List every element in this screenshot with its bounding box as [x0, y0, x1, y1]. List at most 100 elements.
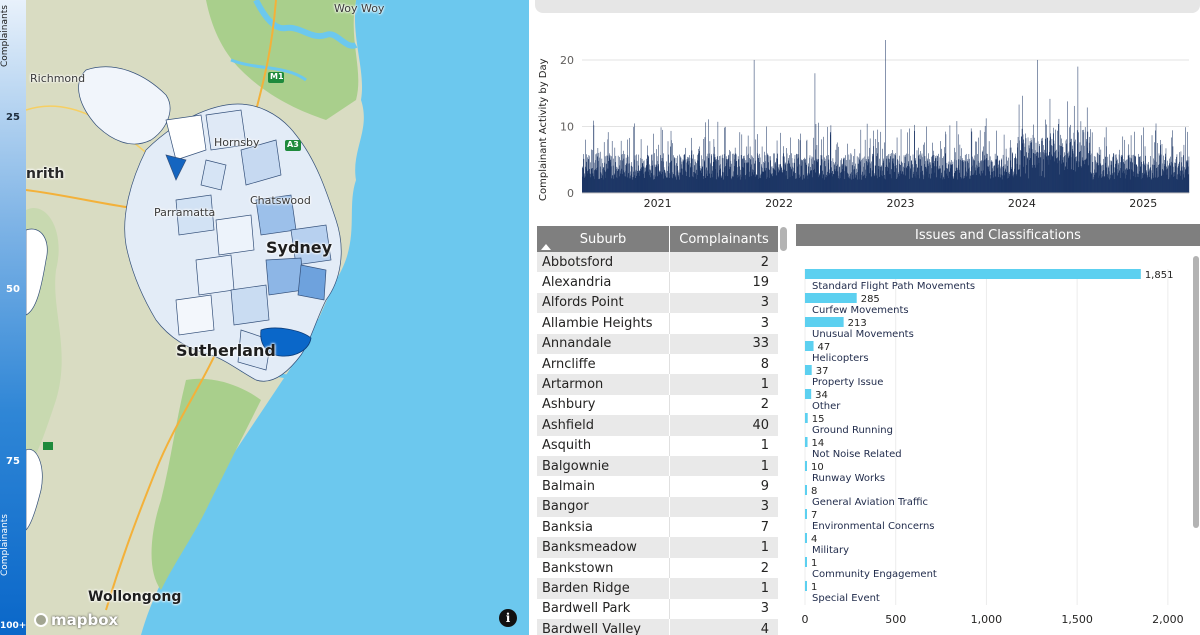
table-row[interactable]: Allambie Heights 3 [537, 313, 778, 334]
column-header-complainants[interactable]: Complainants [670, 226, 778, 252]
suburb-cell: Abbotsford [537, 252, 670, 273]
complainants-cell: 4 [760, 621, 769, 635]
suburb-cell: Bankstown [537, 557, 670, 579]
label-woy-woy: Woy Woy [334, 2, 385, 15]
table-row[interactable]: Banksia 7 [537, 517, 778, 538]
complainants-cell: 8 [760, 356, 769, 372]
issue-value-label: 1,851 [1145, 270, 1174, 281]
table-row[interactable]: Abbotsford 2 [537, 252, 778, 273]
issue-category-label: Other [812, 401, 841, 412]
label-parramatta: Parramatta [154, 206, 216, 219]
column-header-suburb[interactable]: Suburb [537, 226, 670, 252]
complainants-cell: 2 [760, 254, 769, 270]
color-legend: Complainants 25 50 75 Complainants 100+ [0, 0, 26, 635]
table-row[interactable]: Asquith 1 [537, 435, 778, 456]
suburb-cell: Barden Ridge [537, 578, 670, 599]
activity-chart[interactable]: Complainant Activity by Day 0 10 20 2021 202… [535, 30, 1200, 215]
issue-category-label: General Aviation Traffic [812, 497, 928, 508]
suburb-cell: Annandale [537, 333, 670, 354]
suburb-cell: Alexandria [537, 272, 670, 293]
legend-tick-50: 50 [6, 284, 20, 295]
suburb-cell: Artarmon [537, 374, 670, 395]
issues-chart-svg[interactable]: 0 500 1,000 1,500 2,000 1,851 Standard Flight … [796, 250, 1192, 635]
label-sydney: Sydney [266, 238, 333, 257]
issue-bar [805, 581, 807, 591]
table-row[interactable]: Bardwell Park 3 [537, 598, 778, 620]
issues-chart-title: Issues and Classifications [796, 224, 1200, 246]
complainants-cell: 1 [760, 438, 769, 454]
issue-bar [805, 485, 807, 495]
suburb-cell: Alfords Point [537, 292, 670, 314]
x-tick-label: 2022 [765, 197, 793, 210]
issue-category-label: Environmental Concerns [812, 521, 935, 532]
suburb-cell: Bangor [537, 496, 670, 518]
complainants-cell: 2 [760, 560, 769, 576]
issue-value-label: 10 [811, 462, 824, 473]
complainants-cell: 33 [752, 336, 769, 352]
issue-category-label: Unusual Movements [812, 329, 914, 340]
issue-bar [805, 437, 808, 447]
table-row[interactable]: Artarmon 1 [537, 374, 778, 395]
issue-value-label: 285 [861, 294, 880, 305]
table-scrollbar[interactable] [780, 227, 787, 251]
issue-value-label: 37 [816, 366, 829, 377]
x-tick-label: 1,000 [971, 613, 1003, 626]
table-row[interactable]: Arncliffe 8 [537, 353, 778, 375]
issue-bar [805, 413, 808, 423]
label-m1: M1 [270, 72, 284, 81]
issue-bar [805, 557, 807, 567]
issue-category-label: Ground Running [812, 425, 893, 436]
label-wollongong: Wollongong [88, 589, 182, 605]
issue-category-label: Military [812, 545, 849, 556]
map-canvas[interactable] [26, 0, 529, 635]
table-row[interactable]: Banksmeadow 1 [537, 537, 778, 558]
issues-chart[interactable]: 0 500 1,000 1,500 2,000 1,851 Standard Flight … [796, 250, 1192, 635]
issue-value-label: 47 [818, 342, 831, 353]
issue-category-label: Special Event [812, 593, 880, 604]
x-tick-label: 0 [802, 613, 809, 626]
legend-tick-25: 25 [6, 112, 20, 123]
table-row[interactable]: Alfords Point 3 [537, 292, 778, 314]
table-row[interactable]: Ashbury 2 [537, 394, 778, 416]
info-icon[interactable]: i [499, 609, 517, 627]
activity-y-axis-label: Complainant Activity by Day [538, 58, 549, 202]
issues-scrollbar[interactable] [1193, 256, 1199, 528]
table-row[interactable]: Balgownie 1 [537, 455, 778, 477]
complainants-cell: 40 [752, 417, 769, 433]
issue-category-label: Helicopters [812, 353, 869, 364]
table-row[interactable]: Ashfield 40 [537, 415, 778, 436]
issue-value-label: 14 [812, 438, 825, 449]
issue-value-label: 15 [812, 414, 825, 425]
complainants-cell: 2 [760, 397, 769, 413]
issue-value-label: 1 [811, 558, 817, 569]
x-tick-label: 500 [885, 613, 906, 626]
complainants-cell: 1 [760, 540, 769, 556]
table-row[interactable]: Bankstown 2 [537, 557, 778, 579]
table-row[interactable]: Bardwell Valley 4 [537, 619, 778, 635]
suburb-cell: Asquith [537, 435, 670, 456]
issue-category-label: Runway Works [812, 473, 885, 484]
suburb-cell: Bardwell Park [537, 598, 670, 620]
table-row[interactable]: Bangor 3 [537, 496, 778, 518]
table-body: Abbotsford 2 Alexandria 19 Alfords Point 3 All… [537, 252, 778, 635]
suburb-table[interactable]: Suburb Complainants Abbotsford 2 Alexandri… [537, 226, 778, 635]
x-tick-label: 2025 [1129, 197, 1157, 210]
label-hornsby: Hornsby [214, 136, 260, 149]
table-row[interactable]: Barden Ridge 1 [537, 578, 778, 599]
suburb-cell: Ashbury [537, 394, 670, 416]
label-penrith: nrith [26, 166, 65, 182]
marker-west [43, 442, 53, 450]
table-row[interactable]: Balmain 9 [537, 476, 778, 497]
table-row[interactable]: Annandale 33 [537, 333, 778, 354]
label-richmond: Richmond [30, 72, 86, 85]
table-row[interactable]: Alexandria 19 [537, 272, 778, 293]
sort-ascending-icon[interactable] [541, 244, 551, 250]
mapbox-logo[interactable]: mapbox [34, 611, 118, 629]
complainants-cell: 1 [760, 580, 769, 596]
suburb-map[interactable]: Woy Woy Richmond nrith Hornsby Parramatt… [26, 0, 529, 635]
suburb-cell: Balgownie [537, 455, 670, 477]
y-tick-label: 10 [560, 120, 574, 133]
label-a3: A3 [287, 140, 299, 149]
legend-title-top: Complainants [0, 5, 10, 67]
activity-chart-svg[interactable]: 0 10 20 2021 2022 2023 2024 2025 [535, 30, 1200, 215]
